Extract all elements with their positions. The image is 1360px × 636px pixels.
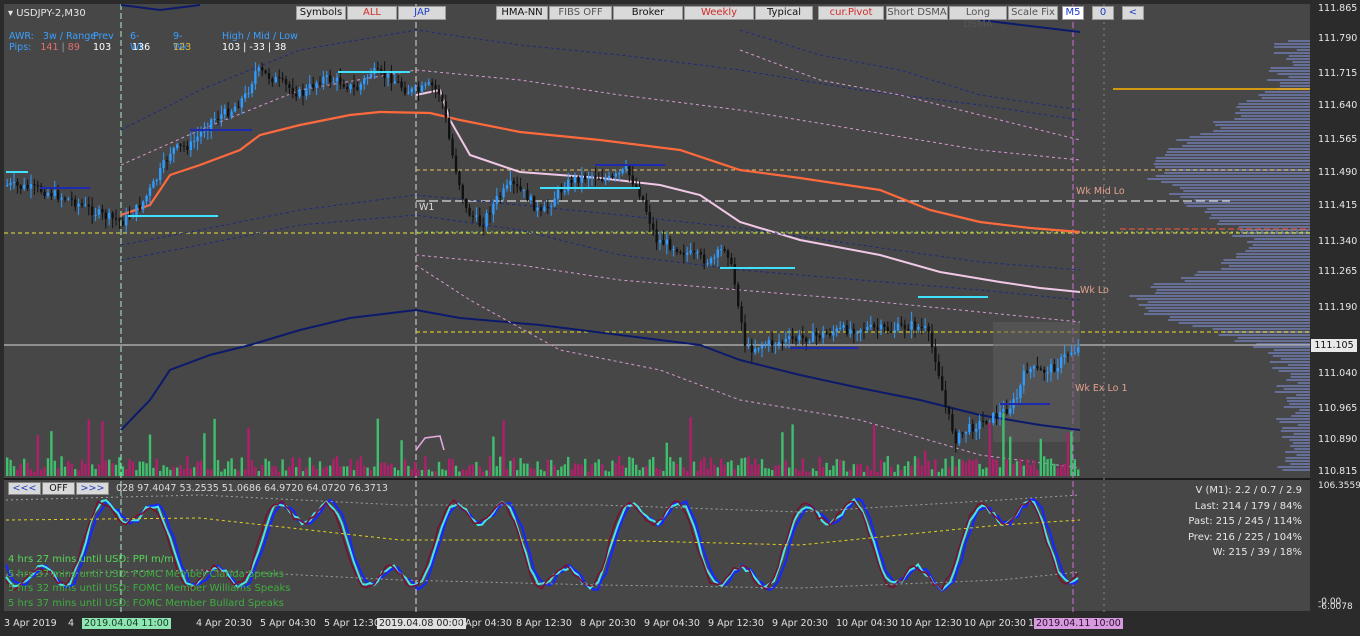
time-label: 8 Apr 04:30	[456, 618, 512, 629]
cur-pivot-button[interactable]: cur.Pivot	[818, 6, 884, 20]
hml-heading: High / Mid / Low	[222, 31, 298, 42]
stats-header-row: AWR: 3w / Range Prev 6-Wk 9-Wk High / Mi…	[9, 31, 298, 53]
price-tick: 111.415	[1318, 200, 1358, 211]
nine-wk-value: 123	[173, 42, 192, 53]
vm-line: V (M1): 2.2 / 0.7 / 2.9	[1195, 485, 1302, 496]
price-tick: 111.490	[1318, 167, 1358, 178]
sub-axis-top: 106.3559	[1318, 481, 1360, 491]
wk-mid-lo-label: Wk Mid Lo	[1076, 186, 1125, 197]
time-label: 10 Apr 12:30	[900, 618, 962, 629]
price-tick: 110.965	[1318, 403, 1358, 414]
time-label: 10 Apr 20:30	[964, 618, 1026, 629]
pips-awr-value: 141	[40, 42, 59, 53]
long-dsma-button[interactable]: Long DSMA	[949, 6, 1007, 30]
price-tick: 111.715	[1318, 68, 1358, 79]
low-value: 38	[274, 42, 287, 53]
hma-nn-button[interactable]: HMA-NN	[496, 6, 548, 20]
nav-prev-button[interactable]: <<<	[8, 482, 41, 495]
time-label: 5 Apr 12:30	[324, 618, 380, 629]
volatility-meter: V (M1): 2.2 / 0.7 / 2.9 Last: 214 / 179 …	[1188, 483, 1302, 561]
w1-label: W1	[419, 202, 435, 213]
chart-window: ▾ USDJPY-2,M30 AWR: 3w / Range Prev 6-Wk…	[0, 0, 1360, 636]
six-wk-value: 136	[132, 42, 151, 53]
time-label: 9 Apr 04:30	[644, 618, 700, 629]
time-label-cursor-apr11: 2019.04.11 10:00	[1034, 618, 1123, 629]
broker-button[interactable]: Broker	[613, 6, 683, 20]
vm-line: Prev: 216 / 225 / 104%	[1187, 531, 1302, 543]
price-tick: 111.640	[1318, 100, 1358, 111]
zero-button[interactable]: 0	[1092, 6, 1114, 20]
mid-value: -33	[249, 42, 265, 53]
current-price-box: 111.105	[1311, 339, 1357, 352]
awr-label: AWR:	[9, 31, 34, 42]
news-events-list: 4 hrs 27 mins until USD: PPI m/m 5 hrs 3…	[8, 553, 291, 611]
wk-lo-label: Wk Lo	[1080, 285, 1109, 296]
price-tick: 111.265	[1318, 266, 1358, 277]
nav-off-button[interactable]: OFF	[42, 482, 75, 495]
vm-line: W: 215 / 39 / 18%	[1212, 547, 1302, 558]
price-tick: 111.565	[1318, 134, 1358, 145]
price-tick: 111.865	[1318, 3, 1358, 14]
price-tick: 111.790	[1318, 33, 1358, 44]
pips-range-value: 89	[67, 42, 80, 53]
time-label: 5 Apr 04:30	[260, 618, 316, 629]
price-tick: 111.190	[1318, 302, 1358, 313]
high-value: 103	[222, 42, 241, 53]
time-label-cursor-apr4: 2019.04.04 11:00	[82, 618, 171, 629]
time-label-cursor-apr8: 2019.04.08 00:00	[377, 618, 466, 629]
back-button[interactable]: <	[1122, 6, 1144, 20]
time-label: 8 Apr 12:30	[516, 618, 572, 629]
event-item: 4 hrs 27 mins until USD: PPI m/m	[8, 554, 174, 565]
scale-fix-button[interactable]: Scale Fix	[1008, 6, 1058, 20]
time-label: 10 Apr 04:30	[836, 618, 898, 629]
sub-axis-bottom-2: -6.0078	[1318, 602, 1353, 612]
price-tick: 110.815	[1318, 466, 1358, 477]
prev-heading: Prev	[93, 31, 114, 42]
time-label: 4 Apr 20:30	[196, 618, 252, 629]
vm-line: Past: 215 / 245 / 114%	[1188, 516, 1302, 527]
event-item: 5 hrs 32 mins until USD: FOMC Member Wil…	[8, 583, 291, 594]
chart-title: ▾ USDJPY-2,M30	[8, 8, 86, 19]
price-tick: 110.890	[1318, 434, 1358, 445]
wk-ex-lo-label: Wk Ex Lo 1	[1075, 383, 1128, 394]
short-dsma-button[interactable]: Short DSMA	[886, 6, 948, 20]
time-label: 8 Apr 20:30	[580, 618, 636, 629]
pips-label: Pips:	[9, 42, 32, 53]
symbols-button[interactable]: Symbols	[296, 6, 346, 20]
time-label: 3 Apr 2019	[4, 618, 57, 629]
jap-button[interactable]: JAP	[398, 6, 446, 20]
stats-values-row: Pips: 141 | 89 103 136 123 103 | -33 | 3…	[9, 42, 286, 53]
vm-line: Last: 214 / 179 / 84%	[1194, 500, 1302, 512]
timeframe-m5-button[interactable]: M5	[1062, 6, 1084, 20]
nav-next-button[interactable]: >>>	[76, 482, 109, 495]
prev-value: 103	[93, 42, 112, 53]
time-label: 9 Apr 12:30	[708, 618, 764, 629]
oscillator-values: 028 97.4047 53.2535 51.0686 64.9720 64.0…	[116, 483, 388, 494]
time-label: 4	[68, 618, 75, 629]
fibs-off-button[interactable]: FIBS OFF	[549, 6, 612, 20]
awr-range-heading: 3w / Range	[42, 31, 97, 42]
typical-button[interactable]: Typical	[755, 6, 813, 20]
event-item: 5 hrs 37 mins until USD: FOMC Member Bul…	[8, 597, 284, 609]
all-button[interactable]: ALL	[347, 6, 397, 20]
main-price-chart[interactable]	[4, 4, 1310, 478]
event-item: 5 hrs 37 mins until USD: FOMC Member Cla…	[8, 568, 284, 580]
price-tick: 111.340	[1318, 236, 1358, 247]
price-tick: 111.040	[1318, 368, 1358, 379]
time-label: 9 Apr 20:30	[772, 618, 828, 629]
pips-separator: |	[61, 42, 65, 53]
hml-values: 103 | -33 | 38	[222, 42, 287, 53]
weekly-button[interactable]: Weekly	[684, 6, 754, 20]
